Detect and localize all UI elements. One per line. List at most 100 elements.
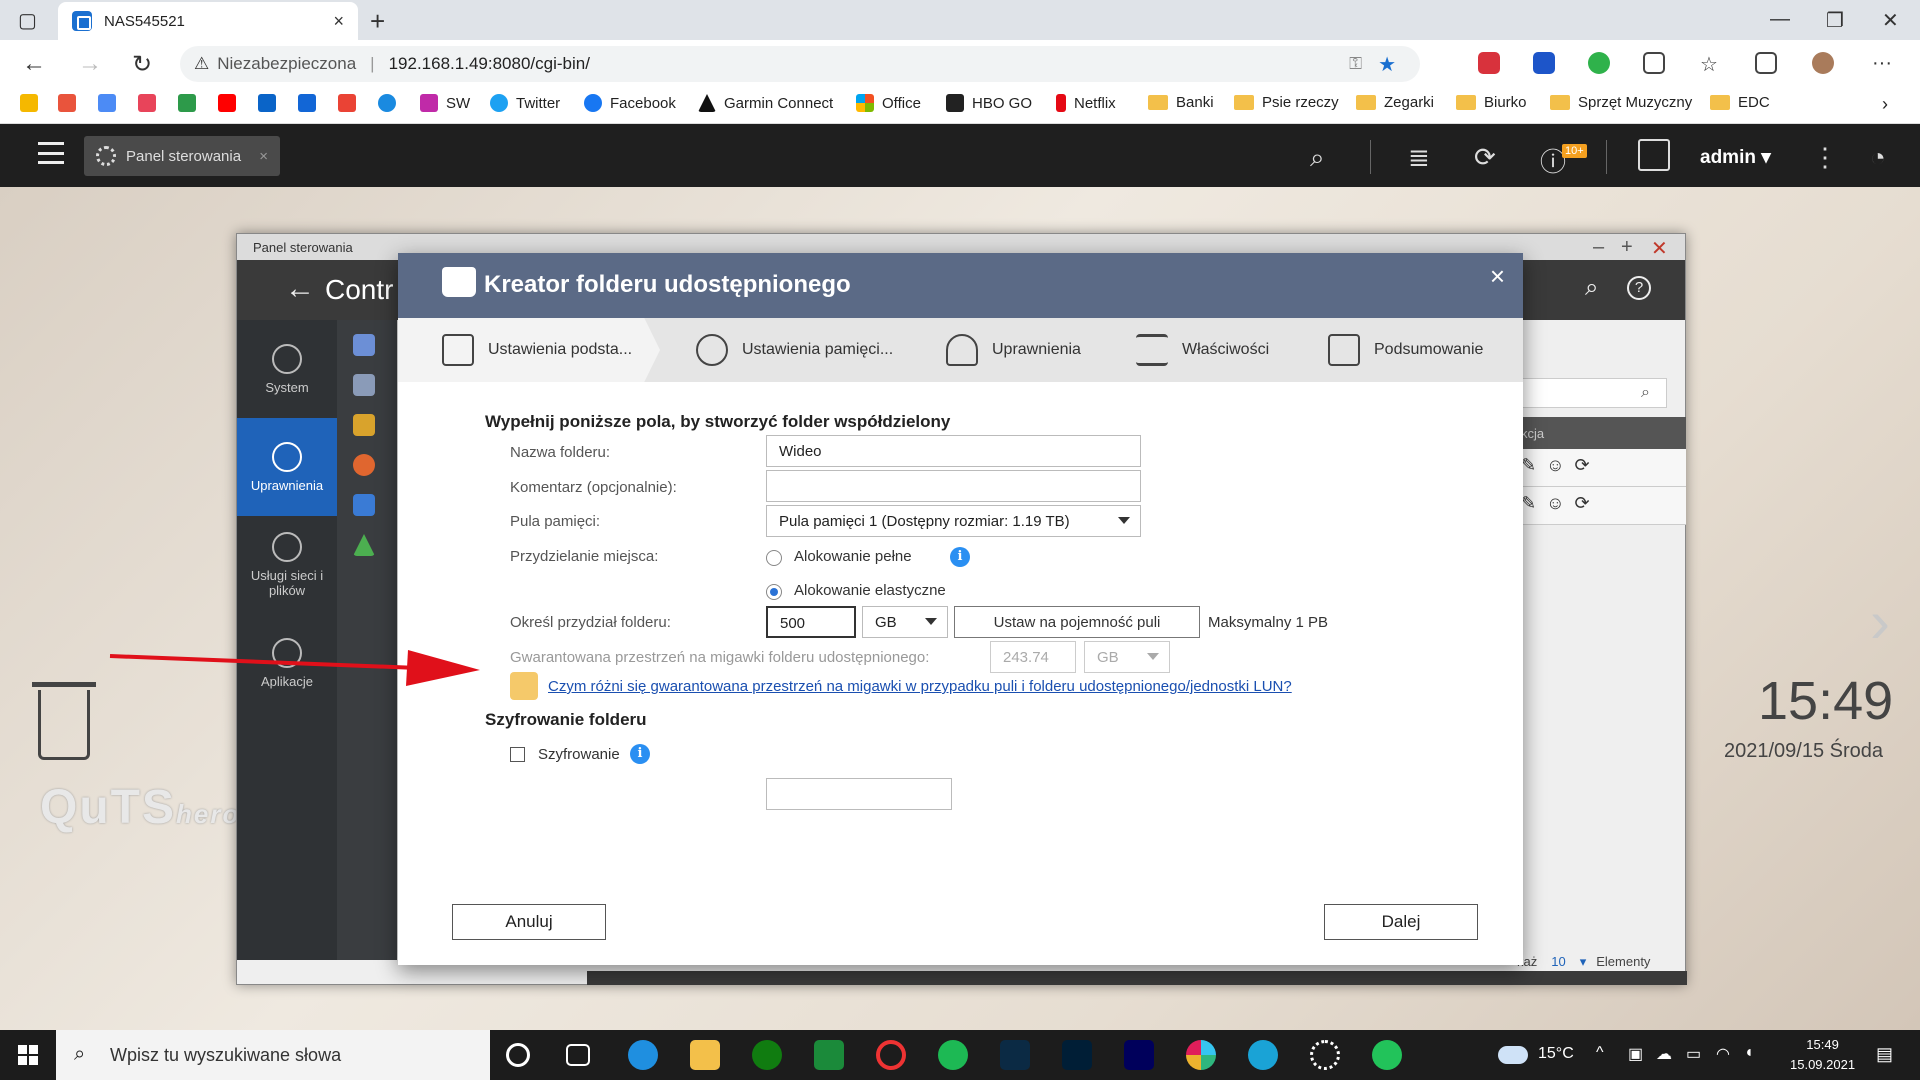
storage-pool-select[interactable]: Pula pamięci 1 (Dostępny rozmiar: 1.19 T… (766, 505, 1141, 537)
bookmarks-overflow-icon[interactable]: › (1882, 94, 1888, 115)
favorite-star-icon[interactable]: ★ (1378, 52, 1396, 77)
user-icon[interactable] (353, 334, 375, 356)
spotify-icon[interactable] (938, 1040, 968, 1070)
weather-temperature[interactable]: 15°C (1538, 1045, 1574, 1063)
bookmark-icon[interactable] (178, 94, 196, 112)
app-icon[interactable] (814, 1040, 844, 1070)
folder-quota-input[interactable]: 500 (766, 606, 856, 638)
slack-icon[interactable] (1186, 1040, 1216, 1070)
url-input[interactable]: ⚠ Niezabezpieczona | 192.168.1.49:8080/c… (180, 46, 1420, 82)
volume-icon[interactable]: ◖ (1744, 1044, 1754, 1062)
reload-icon[interactable]: ↻ (132, 50, 152, 79)
thin-provisioning-radio[interactable] (766, 584, 782, 600)
thin-provisioning-label[interactable]: Alokowanie elastyczne (794, 582, 946, 599)
sidebar-item-system[interactable]: System (237, 320, 337, 418)
stack-icon[interactable]: ≣ (1408, 142, 1430, 173)
xbox-icon[interactable] (752, 1040, 782, 1070)
search-icon[interactable]: ⌕ (1585, 274, 1598, 302)
favorites-icon[interactable]: ☆ (1700, 52, 1722, 76)
step-storage-settings[interactable]: Ustawienia pamięci... (696, 318, 893, 382)
search-icon[interactable]: ⌕ (1641, 384, 1650, 402)
sidebar-item-network-services[interactable]: Usługi sieci i plików (237, 516, 337, 614)
settings-icon[interactable] (1310, 1040, 1340, 1070)
chevron-right-icon[interactable]: › (1870, 587, 1890, 656)
battery-icon[interactable]: ▭ (1686, 1044, 1701, 1064)
taskbar-clock[interactable]: 15:49 15.09.2021 (1790, 1035, 1855, 1075)
task-view-icon[interactable] (566, 1044, 590, 1066)
collections-icon[interactable] (1755, 52, 1777, 74)
outlook-icon[interactable] (258, 94, 276, 112)
tab-close-icon[interactable]: × (333, 11, 344, 32)
tray-icon[interactable]: ▣ (1628, 1044, 1643, 1064)
evernote-icon[interactable] (1588, 52, 1610, 74)
bookmark-folder-edc[interactable]: EDC (1710, 94, 1770, 111)
bookmark-icon[interactable] (98, 94, 116, 112)
more-options-icon[interactable]: ⋮ (1812, 142, 1838, 173)
windows-start-icon[interactable] (18, 1045, 38, 1065)
bookmark-folder-zegarki[interactable]: Zegarki (1356, 94, 1434, 111)
onedrive-icon[interactable] (378, 94, 396, 112)
tab-actions-icon[interactable]: ▢ (18, 8, 37, 33)
bookmark-folder-psie[interactable]: Psie rzeczy (1234, 94, 1339, 111)
premiere-icon[interactable] (1124, 1040, 1154, 1070)
bookmark-sw[interactable]: SW (420, 94, 470, 112)
back-arrow-icon[interactable]: ← (285, 272, 315, 306)
info-icon[interactable]: i (630, 744, 650, 764)
app-tab-close-icon[interactable]: × (259, 148, 268, 165)
taskbar-search-input[interactable]: Wpisz tu wyszukiwane słowa (56, 1030, 490, 1080)
weather-cloud-icon[interactable] (1498, 1046, 1528, 1064)
shared-folder-icon[interactable] (353, 414, 375, 436)
table-row[interactable]: ✎☺⟳ (1517, 449, 1686, 487)
youtube-icon[interactable] (218, 94, 236, 112)
table-row[interactable]: ✎☺⟳ (1517, 487, 1686, 525)
bookmark-folder-sprzet[interactable]: Sprzęt Muzyczny (1550, 94, 1692, 111)
help-icon[interactable]: ? (1627, 276, 1651, 300)
user-icon[interactable] (1638, 139, 1670, 171)
extension-icon[interactable] (1533, 52, 1555, 74)
comment-input[interactable] (766, 470, 1141, 502)
info-icon[interactable]: i (950, 547, 970, 567)
page-size-select[interactable]: 10 (1551, 954, 1565, 969)
next-button[interactable]: Dalej (1324, 904, 1478, 940)
lightroom-icon[interactable] (1000, 1040, 1030, 1070)
bookmark-icon[interactable] (20, 94, 38, 112)
adblock-icon[interactable] (1478, 52, 1500, 74)
pocket-icon[interactable] (138, 94, 156, 112)
gmail-icon[interactable] (338, 94, 356, 112)
snapshot-reserve-input[interactable]: 243.74 (990, 641, 1076, 673)
partially-hidden-field[interactable] (766, 778, 952, 810)
step-basic-settings[interactable]: Ustawienia podsta... (442, 318, 632, 382)
forward-icon[interactable]: → (78, 50, 102, 78)
step-permissions[interactable]: Uprawnienia (946, 318, 1081, 382)
cp-close-icon[interactable]: ✕ (1651, 236, 1668, 261)
step-summary[interactable]: Podsumowanie (1328, 318, 1483, 382)
back-icon[interactable]: ← (22, 50, 46, 78)
search-icon[interactable]: ⌕ (1310, 142, 1325, 174)
file-explorer-icon[interactable] (690, 1040, 720, 1070)
app-icon[interactable] (876, 1040, 906, 1070)
bookmark-facebook[interactable]: Facebook (584, 94, 676, 112)
bookmark-twitter[interactable]: Twitter (490, 94, 560, 112)
edge-icon[interactable] (628, 1040, 658, 1070)
app-icon[interactable] (1372, 1040, 1402, 1070)
dashboard-gauge-icon[interactable]: ◔ (1870, 142, 1886, 173)
notifications-icon[interactable]: ▤ (1876, 1044, 1893, 1065)
thick-provisioning-label[interactable]: Alokowanie pełne (794, 548, 912, 565)
user-menu[interactable]: admin ▾ (1700, 146, 1771, 169)
quota-unit-select[interactable]: GB (862, 606, 948, 638)
browser-tab[interactable]: NAS545521 × (58, 2, 358, 40)
close-icon[interactable]: × (1490, 261, 1505, 292)
bookmark-folder-biurko[interactable]: Biurko (1456, 94, 1527, 111)
encryption-label[interactable]: Szyfrowanie (538, 746, 620, 763)
step-properties[interactable]: Właściwości (1136, 318, 1269, 382)
set-to-pool-capacity-button[interactable]: Ustaw na pojemność puli (954, 606, 1200, 638)
key-icon[interactable]: ⚿ (1349, 54, 1362, 74)
cortana-icon[interactable] (506, 1043, 530, 1067)
encryption-checkbox[interactable] (510, 747, 525, 762)
horizontal-scrollbar[interactable] (587, 971, 1687, 985)
domain-icon[interactable] (353, 494, 375, 516)
minimize-icon[interactable]: — (1770, 8, 1790, 31)
folder-name-input[interactable]: Wideo (766, 435, 1141, 467)
bookmark-folder-banki[interactable]: Banki (1148, 94, 1214, 111)
close-window-icon[interactable]: ✕ (1882, 8, 1899, 33)
